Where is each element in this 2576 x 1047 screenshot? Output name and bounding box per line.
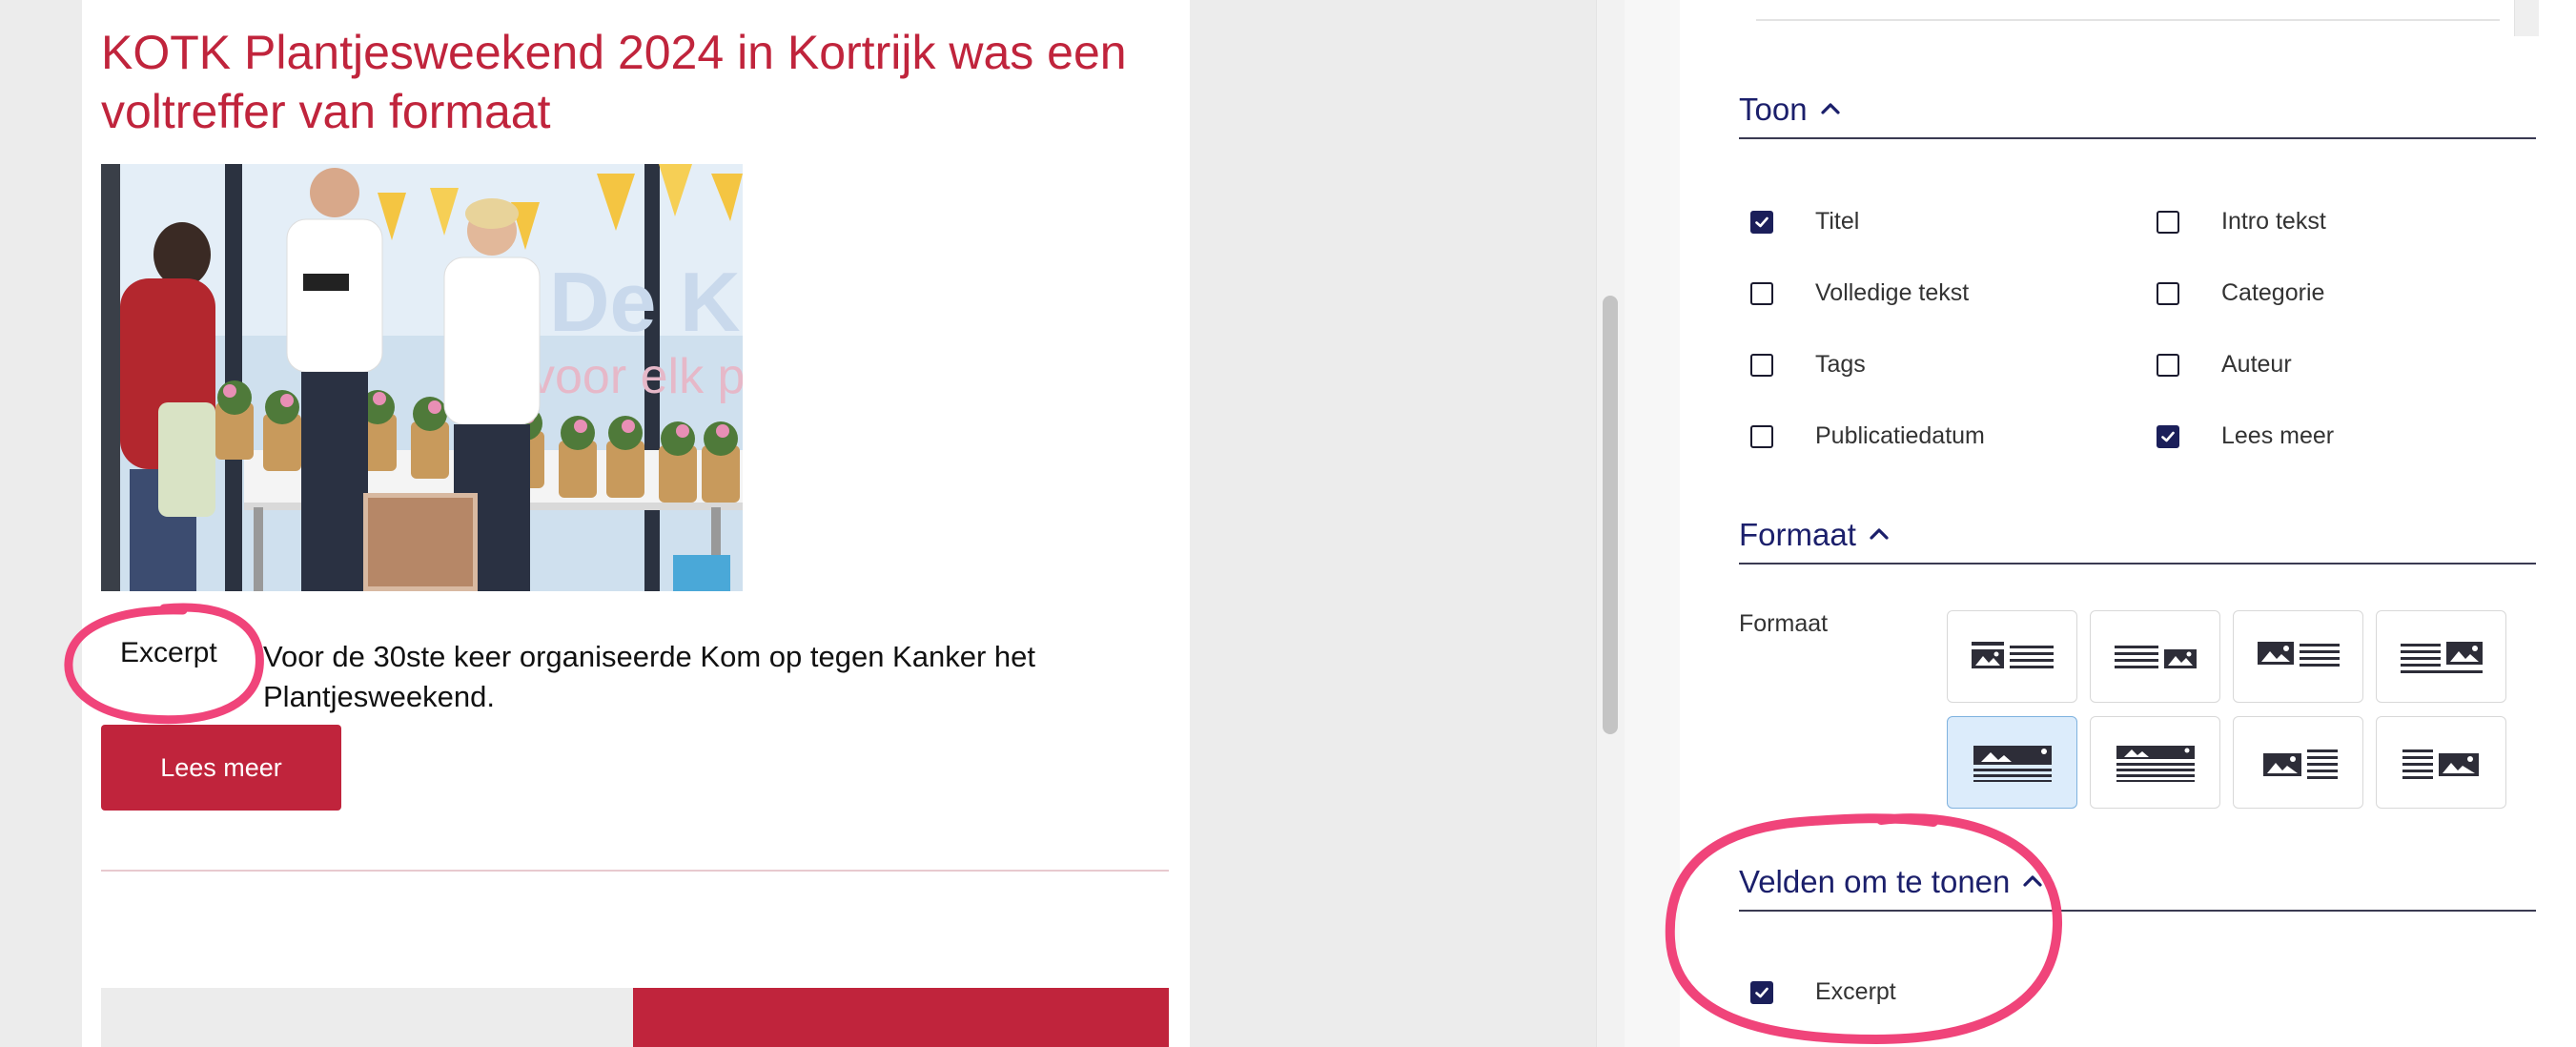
post-preview: KOTK Plantjesweekend 2024 in Kortrijk wa… [82, 0, 1190, 1047]
svg-text:voor elk pr: voor elk pr [530, 349, 743, 404]
post-title[interactable]: KOTK Plantjesweekend 2024 in Kortrijk wa… [101, 23, 1169, 141]
layout-image-left-icon [1971, 641, 2054, 668]
checkbox-titel[interactable] [1750, 210, 1773, 234]
option-intro-tekst[interactable]: Intro tekst [2157, 208, 2326, 236]
checkbox-tags[interactable] [1750, 353, 1773, 377]
plant-sale-photo: De Ka voor elk pr [101, 164, 743, 591]
preview-scrollbar-thumb[interactable] [1603, 296, 1618, 734]
option-publicatiedatum-label: Publicatiedatum [1815, 422, 1985, 449]
checkbox-auteur[interactable] [2157, 353, 2179, 377]
option-categorie-label: Categorie [2221, 279, 2325, 306]
layout-image-top-text-below-alt[interactable] [2090, 716, 2220, 809]
checkbox-excerpt[interactable] [1750, 980, 1773, 1004]
layout-image-left-lines-icon [2262, 749, 2338, 779]
checkbox-intro-tekst[interactable] [2157, 210, 2179, 234]
checkbox-publicatiedatum[interactable] [1750, 424, 1773, 448]
next-post-card[interactable] [633, 988, 1169, 1047]
layout-text-left-image-right-bold[interactable] [2376, 610, 2506, 703]
section-toon-header[interactable]: Toon [1739, 92, 2536, 139]
format-field-label: Formaat [1739, 610, 1829, 637]
layout-image-left-bold-icon [2257, 641, 2340, 667]
section-formaat-header[interactable]: Formaat [1739, 517, 2536, 565]
chevron-up-icon[interactable] [1866, 523, 1892, 544]
excerpt-text: Voor de 30ste keer organiseerde Kom op t… [263, 640, 1035, 713]
checkmark-icon [1755, 987, 1768, 997]
layout-image-right-bold-icon [2400, 641, 2483, 673]
screen: KOTK Plantjesweekend 2024 in Kortrijk wa… [0, 0, 2576, 1047]
layout-text-left-image-right[interactable] [2090, 610, 2220, 703]
post-featured-image[interactable]: De Ka voor elk pr [101, 164, 743, 591]
option-titel-label: Titel [1815, 208, 1860, 235]
format-layout-grid [1947, 610, 2509, 809]
checkbox-volledige-tekst[interactable] [1750, 281, 1773, 305]
option-titel[interactable]: Titel [1750, 208, 1859, 236]
settings-panel: Toon Titel Intro tekst Volledige tekst C… [1680, 0, 2576, 1047]
option-lees-meer-label: Lees meer [2221, 422, 2335, 449]
post-divider [101, 870, 1169, 872]
layout-image-left-text-right[interactable] [1947, 610, 2077, 703]
next-post-image[interactable] [101, 988, 635, 1047]
checkbox-categorie[interactable] [2157, 281, 2179, 305]
layout-image-top-text-below[interactable] [1947, 716, 2077, 809]
option-intro-tekst-label: Intro tekst [2221, 208, 2326, 235]
layout-lines-left-image-icon [2402, 749, 2479, 779]
read-more-button[interactable]: Lees meer [101, 725, 341, 811]
option-tags[interactable]: Tags [1750, 351, 1866, 379]
option-volledige-tekst-label: Volledige tekst [1815, 279, 1970, 306]
option-tags-label: Tags [1815, 351, 1866, 378]
checkmark-icon [1755, 216, 1768, 227]
chevron-up-icon[interactable] [2019, 870, 2046, 891]
layout-image-right-icon [2114, 645, 2197, 668]
layout-image-left-lines-right[interactable] [2233, 716, 2363, 809]
option-auteur[interactable]: Auteur [2157, 351, 2292, 379]
option-auteur-label: Auteur [2221, 351, 2292, 378]
layout-lines-left-image-right[interactable] [2376, 716, 2506, 809]
option-volledige-tekst[interactable]: Volledige tekst [1750, 279, 1969, 307]
section-velden-header[interactable]: Velden om te tonen [1739, 864, 2536, 912]
option-excerpt[interactable]: Excerpt [1750, 978, 1896, 1006]
checkmark-icon [2161, 431, 2175, 441]
section-toon-title: Toon [1739, 92, 1808, 127]
panel-top-divider [1756, 19, 2500, 21]
checkbox-lees-meer[interactable] [2157, 424, 2179, 448]
svg-text:De Ka: De Ka [549, 255, 743, 349]
panel-scrollbar[interactable] [2514, 0, 2539, 36]
option-categorie[interactable]: Categorie [2157, 279, 2324, 307]
section-velden-title: Velden om te tonen [1739, 864, 2011, 899]
layout-image-top-alt-icon [2116, 745, 2195, 782]
option-publicatiedatum[interactable]: Publicatiedatum [1750, 422, 1985, 450]
section-formaat-title: Formaat [1739, 517, 1856, 552]
layout-image-top-icon [1973, 745, 2052, 782]
layout-image-left-text-right-bold[interactable] [2233, 610, 2363, 703]
panel-gutter [1625, 0, 1680, 1047]
option-lees-meer[interactable]: Lees meer [2157, 422, 2334, 450]
chevron-up-icon[interactable] [1817, 97, 1844, 118]
excerpt-field-label: Excerpt [120, 637, 217, 668]
option-excerpt-label: Excerpt [1815, 978, 1896, 1005]
